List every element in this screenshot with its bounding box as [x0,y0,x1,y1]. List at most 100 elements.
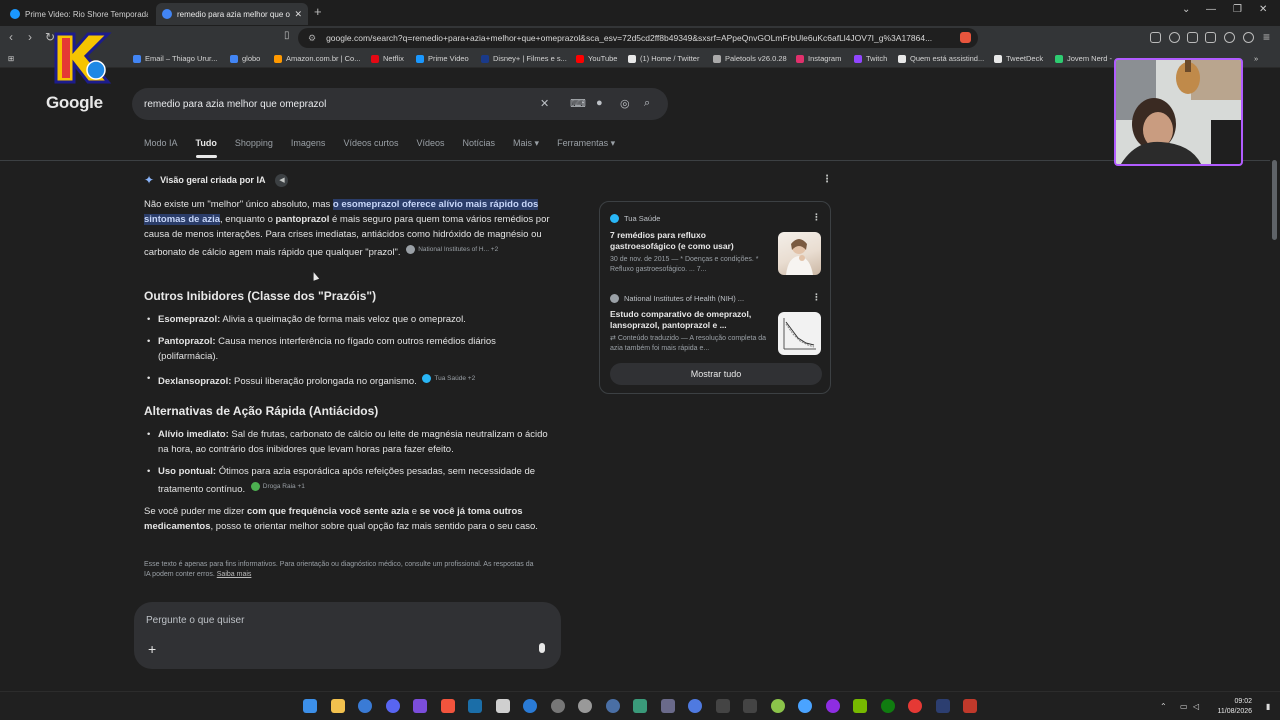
app-icon[interactable] [963,699,977,713]
app-icon[interactable] [716,699,730,713]
wallet-icon[interactable] [1205,32,1216,43]
xbox-icon[interactable] [881,699,895,713]
app-icon[interactable] [551,699,565,713]
obs-icon[interactable] [496,699,510,713]
bookmark-item[interactable]: Prime Video [416,54,469,63]
app-icon[interactable] [633,699,647,713]
lens-icon[interactable]: ◎ [620,97,630,110]
tab-mais[interactable]: Mais ▾ [513,138,539,154]
app-icon[interactable] [771,699,785,713]
bookmark-item[interactable]: Paletools v26.0.28 [713,54,787,63]
bookmark-item[interactable]: TweetDeck [994,54,1043,63]
system-clock[interactable]: 09:02 11/08/2026 [1217,697,1252,717]
tab-tudo[interactable]: Tudo [195,138,218,158]
source-chip[interactable]: Droga Raia +1 [250,479,305,494]
browser-tab-google-search[interactable]: remedio para azia melhor que o ✕ [156,3,308,25]
bookmark-item[interactable]: globo [230,54,260,63]
add-attachment-icon[interactable]: + [148,641,156,657]
brave-shields-icon[interactable] [960,32,971,43]
app-icon[interactable] [661,699,675,713]
learn-more-link[interactable]: Saiba mais [217,571,252,578]
address-bar[interactable]: ⚙ google.com/search?q=remedio+para+azia+… [298,28,978,48]
app-icon[interactable] [578,699,592,713]
bookmark-item[interactable]: Disney+ | Filmes e s... [481,54,567,63]
apps-grid-icon[interactable]: ⊞ [8,54,14,63]
bookmark-item[interactable]: Instagram [796,54,841,63]
voice-search-icon[interactable]: ● [596,97,603,109]
close-tab-icon[interactable]: ✕ [294,9,302,20]
tab-videos[interactable]: Vídeos [416,138,444,154]
bookmark-item[interactable]: Email – Thiago Urur... [133,54,217,63]
app-icon[interactable] [413,699,427,713]
app-icon[interactable] [826,699,840,713]
notifications-icon[interactable]: ▮ [1266,702,1270,711]
search-input[interactable]: remedio para azia melhor que omeprazol ✕… [132,88,668,120]
microphone-icon[interactable] [539,643,545,653]
bookmark-item[interactable]: Quem está assistind... [898,54,984,63]
source-more-icon[interactable]: ⋮ [812,292,821,303]
back-icon[interactable]: ‹ [9,30,13,44]
google-logo[interactable]: Google [46,93,103,113]
show-all-button[interactable]: Mostrar tudo [610,363,822,385]
source-chip[interactable]: Tua Saúde +2 [422,371,475,386]
bookmark-item[interactable]: (1) Home / Twitter [628,54,699,63]
ask-followup-input[interactable]: Pergunte o que quiser + [134,602,561,669]
source-name[interactable]: Tua Saúde [610,214,660,223]
vpn-icon[interactable] [1243,32,1254,43]
music-extension-icon[interactable] [1169,32,1180,43]
forward-icon[interactable]: › [28,30,32,44]
search-icon[interactable]: ⌕ [644,97,650,110]
app-icon[interactable] [606,699,620,713]
bookmark-item[interactable]: Netflix [371,54,404,63]
tab-noticias[interactable]: Notícias [463,138,496,154]
source-chip[interactable]: National Institutes of H... +2 [406,242,498,257]
app-icon[interactable] [523,699,537,713]
app-icon[interactable] [936,699,950,713]
app-icon[interactable] [743,699,757,713]
bookmark-item[interactable]: YouTube [576,54,617,63]
network-icon[interactable] [358,699,372,713]
source-title-link[interactable]: Estudo comparativo de omeprazol, lansopr… [610,309,770,331]
file-explorer-icon[interactable] [331,699,345,713]
more-bookmarks-icon[interactable]: » [1254,54,1258,63]
source-name[interactable]: National Institutes of Health (NIH) ... [610,294,744,303]
bookmark-item[interactable]: Twitch [854,54,887,63]
bookmark-item[interactable]: Jovem Nerd - [1055,54,1112,63]
bookmark-icon[interactable]: ▯ [284,30,290,41]
volume-icon[interactable]: ◁ [1193,702,1199,711]
more-options-icon[interactable]: ⋮ [822,174,832,185]
tab-imagens[interactable]: Imagens [291,138,326,154]
keyboard-icon[interactable]: ⌨ [570,97,586,110]
source-title-link[interactable]: 7 remédios para refluxo gastroesofágico … [610,230,770,252]
app-icon[interactable] [688,699,702,713]
tab-shopping[interactable]: Shopping [235,138,273,154]
source-thumbnail[interactable] [778,312,821,355]
app-icon[interactable] [908,699,922,713]
new-tab-icon[interactable]: + [314,4,322,19]
listen-speaker-icon[interactable]: ◀ [275,173,289,187]
app-icon[interactable] [798,699,812,713]
close-window-icon[interactable]: ✕ [1259,4,1267,15]
tray-overflow-icon[interactable]: ⌃ [1160,702,1167,711]
discord-icon[interactable] [386,699,400,713]
steam-icon[interactable] [468,699,482,713]
tab-modo-ia[interactable]: Modo IA [144,138,178,154]
bookmark-item[interactable]: Amazon.com.br | Co... [274,54,360,63]
browser-tab-prime-video[interactable]: Prime Video: Rio Shore Temporada 4 [4,3,154,25]
tab-search-chevron-icon[interactable]: ⌄ [1182,4,1190,15]
leo-ai-icon[interactable] [1224,32,1235,43]
source-thumbnail[interactable] [778,232,821,275]
menu-icon[interactable]: ≡ [1263,30,1270,44]
start-menu-icon[interactable] [303,699,317,713]
sidebar-icon[interactable] [1187,32,1198,43]
clear-search-icon[interactable]: ✕ [540,97,549,110]
tab-ferramentas[interactable]: Ferramentas ▾ [557,138,615,154]
maximize-icon[interactable]: ❐ [1233,4,1242,15]
tab-videos-curtos[interactable]: Vídeos curtos [343,138,398,154]
nvidia-icon[interactable] [853,699,867,713]
site-info-icon[interactable]: ⚙ [308,33,316,44]
wifi-icon[interactable]: ▭ [1180,702,1188,711]
page-scrollbar[interactable] [1272,160,1277,240]
brave-browser-icon[interactable] [441,699,455,713]
source-more-icon[interactable]: ⋮ [812,212,821,223]
